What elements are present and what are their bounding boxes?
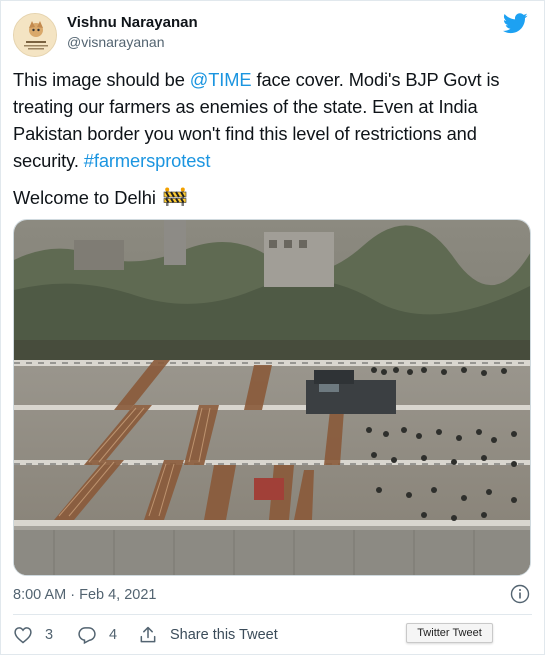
- welcome-text: Welcome to Delhi: [13, 187, 156, 208]
- tweet-photo[interactable]: [13, 219, 531, 576]
- avatar-illustration: [14, 14, 56, 56]
- barricaded-highway-image: [14, 220, 530, 575]
- tweet-card: Vishnu Narayanan @visnarayanan This imag…: [0, 0, 545, 655]
- share-button[interactable]: Share this Tweet: [138, 625, 278, 645]
- reply-button[interactable]: 4: [77, 625, 117, 645]
- reply-count: 4: [109, 627, 118, 643]
- tweet-welcome-line: Welcome to Delhi: [13, 184, 187, 211]
- tweet-timestamp[interactable]: 8:00 AM · Feb 4, 2021: [13, 585, 156, 605]
- author-handle[interactable]: @visnarayanan: [67, 33, 165, 51]
- hashtag-link[interactable]: #farmersprotest: [84, 150, 211, 171]
- tweet-text-part1: This image should be: [13, 69, 190, 90]
- twitter-bird-icon[interactable]: [503, 13, 528, 34]
- share-icon: [140, 626, 156, 643]
- heart-icon: [14, 627, 32, 644]
- like-button[interactable]: 3: [13, 625, 53, 645]
- mention-link[interactable]: @TIME: [190, 69, 252, 90]
- info-icon[interactable]: [510, 584, 530, 604]
- footer-divider: [13, 614, 532, 615]
- author-avatar[interactable]: [13, 13, 57, 57]
- tweet-text: This image should be @TIME face cover. M…: [13, 66, 528, 174]
- reply-icon: [78, 627, 96, 645]
- tooltip: Twitter Tweet: [406, 623, 493, 643]
- like-count: 3: [45, 627, 54, 643]
- construction-barrier-icon: [163, 187, 187, 206]
- share-label: Share this Tweet: [170, 627, 278, 643]
- author-name[interactable]: Vishnu Narayanan: [67, 14, 198, 32]
